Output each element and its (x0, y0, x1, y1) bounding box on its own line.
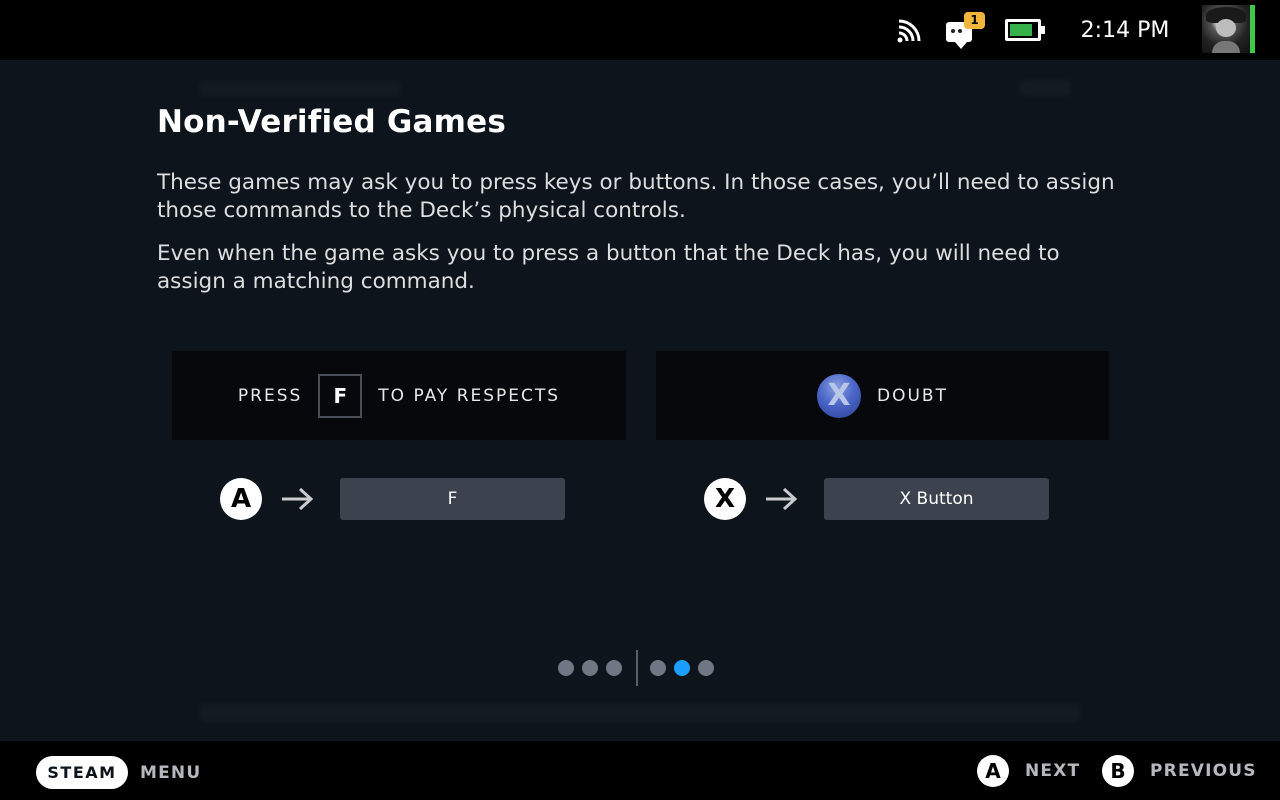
prompt-text: DOUBT (877, 385, 948, 406)
pager-dot[interactable] (698, 660, 714, 676)
b-button-icon: B (1102, 755, 1134, 787)
game-prompt-example-button: X DOUBT (656, 351, 1109, 440)
battery-icon[interactable] (1005, 19, 1047, 41)
arrow-right-icon (746, 478, 816, 520)
prompt-prefix: PRESS (237, 385, 303, 406)
assigned-binding: X Button (824, 478, 1049, 520)
page-title: Non-Verified Games (157, 104, 507, 140)
background-ghost (200, 82, 400, 96)
pager-separator (636, 650, 638, 686)
notifications-button[interactable]: 1 (944, 12, 988, 49)
pager-dot[interactable] (650, 660, 666, 676)
user-avatar[interactable] (1202, 5, 1250, 53)
previous-hint[interactable]: B PREVIOUS (1102, 754, 1257, 788)
mapping-row: A F (220, 478, 565, 520)
a-button-icon: A (977, 755, 1009, 787)
a-button-icon: A (220, 478, 262, 520)
clock[interactable]: 2:14 PM (1062, 14, 1188, 46)
description-paragraph: Even when the game asks you to press a b… (157, 241, 1060, 294)
bottom-bar: STEAM MENU A NEXT B PREVIOUS (0, 741, 1280, 800)
previous-label: PREVIOUS (1150, 761, 1257, 781)
prompt-suffix: TO PAY RESPECTS (378, 385, 561, 406)
arrow-right-icon (262, 478, 332, 520)
pager-dot[interactable] (582, 660, 598, 676)
page-indicator (558, 650, 722, 686)
pager-dot[interactable] (606, 660, 622, 676)
background-ghost (1020, 80, 1070, 96)
battery-level (1010, 24, 1032, 36)
steam-button[interactable]: STEAM (36, 756, 128, 789)
menu-label[interactable]: MENU (140, 756, 201, 789)
online-status-indicator (1250, 5, 1255, 53)
pager-dot-active[interactable] (674, 660, 690, 676)
next-hint[interactable]: A NEXT (977, 754, 1080, 788)
assigned-binding: F (340, 478, 565, 520)
keyboard-key-icon: F (318, 373, 363, 418)
status-bar: 1 2:14 PM (0, 0, 1280, 60)
x-button-icon: X (704, 478, 746, 520)
notification-badge: 1 (964, 12, 985, 29)
pager-dot[interactable] (558, 660, 574, 676)
background-ghost (200, 704, 1080, 722)
next-label: NEXT (1025, 761, 1081, 781)
description-paragraph: These games may ask you to press keys or… (157, 170, 1115, 223)
mapping-row: X X Button (704, 478, 1049, 520)
xbox-x-button-icon: X (817, 373, 862, 418)
game-prompt-example-key: PRESS F TO PAY RESPECTS (172, 351, 626, 440)
cast-icon[interactable] (896, 18, 922, 44)
